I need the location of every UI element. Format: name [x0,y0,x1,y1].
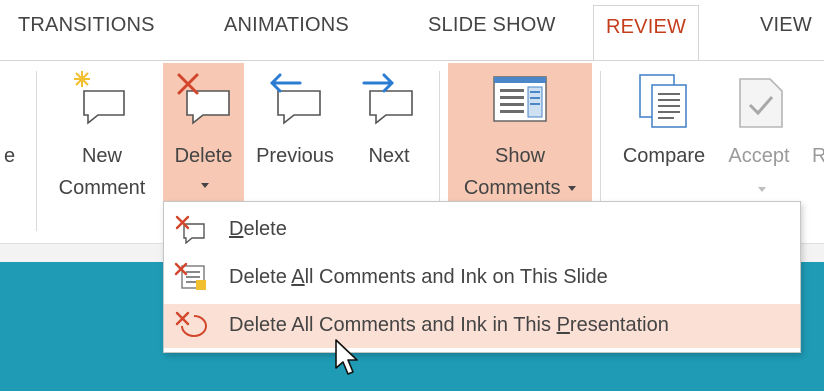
previous-label: Previous [256,145,334,167]
accept-icon [739,78,783,128]
previous-comment-icon [270,73,321,125]
new-comment-icon [74,71,125,125]
show-comments-label-2: Comments [448,173,592,203]
next-comment-button[interactable]: Next [346,67,432,167]
delete-dropdown-menu: Delete Delete All Comments and Ink on Th… [163,201,801,353]
delete-label: Delete [174,145,233,167]
show-comments-label-1: Show [494,145,546,167]
compare-label: Compare [622,145,706,167]
next-comment-icon [362,73,413,125]
menu-item-delete-all-on-slide[interactable]: Delete All Comments and Ink on This Slid… [164,256,800,300]
accept-button[interactable]: Accept [718,67,800,207]
menu-item-delete[interactable]: Delete [164,208,800,252]
menu-item-label: Delete [229,218,287,240]
chevron-down-icon [568,186,577,192]
tab-animations[interactable]: ANIMATIONS [224,14,349,37]
previous-comment-button[interactable]: Previous [248,67,342,167]
menu-item-delete-all-in-presentation[interactable]: Delete All Comments and Ink in This Pres… [164,304,800,348]
cut-off-label-right: R [812,145,824,167]
next-label: Next [368,145,410,167]
tab-view[interactable]: VIEW [760,14,812,37]
delete-comment-icon [177,73,230,125]
new-comment-button[interactable]: New Comment [46,67,158,205]
compare-icon [639,74,687,128]
accept-label: Accept [728,145,790,167]
tab-transitions[interactable]: TRANSITIONS [18,14,155,37]
new-comment-label-2: Comment [58,177,146,199]
menu-item-label: Delete All Comments and Ink in This Pres… [229,314,669,336]
chevron-down-icon[interactable] [201,183,209,188]
delete-presentation-comments-icon [175,311,207,337]
menu-item-label: Delete All Comments and Ink on This Slid… [229,266,608,288]
delete-slide-comments-icon [174,262,206,290]
group-separator [36,71,37,231]
delete-icon [175,215,205,244]
tab-slide-show[interactable]: SLIDE SHOW [428,14,556,37]
mouse-pointer-icon [335,339,358,375]
new-comment-label-1: New [81,145,122,167]
show-comments-button[interactable]: Show Comments [448,63,592,201]
cut-off-label-left: e [4,145,16,167]
tab-review[interactable]: REVIEW [593,5,700,61]
delete-comment-button[interactable]: Delete [163,63,244,201]
ribbon-tabs: TRANSITIONS ANIMATIONS SLIDE SHOW REVIEW… [0,0,824,61]
show-comments-icon [493,76,547,122]
compare-button[interactable]: Compare [612,67,716,167]
chevron-down-icon [758,187,766,192]
